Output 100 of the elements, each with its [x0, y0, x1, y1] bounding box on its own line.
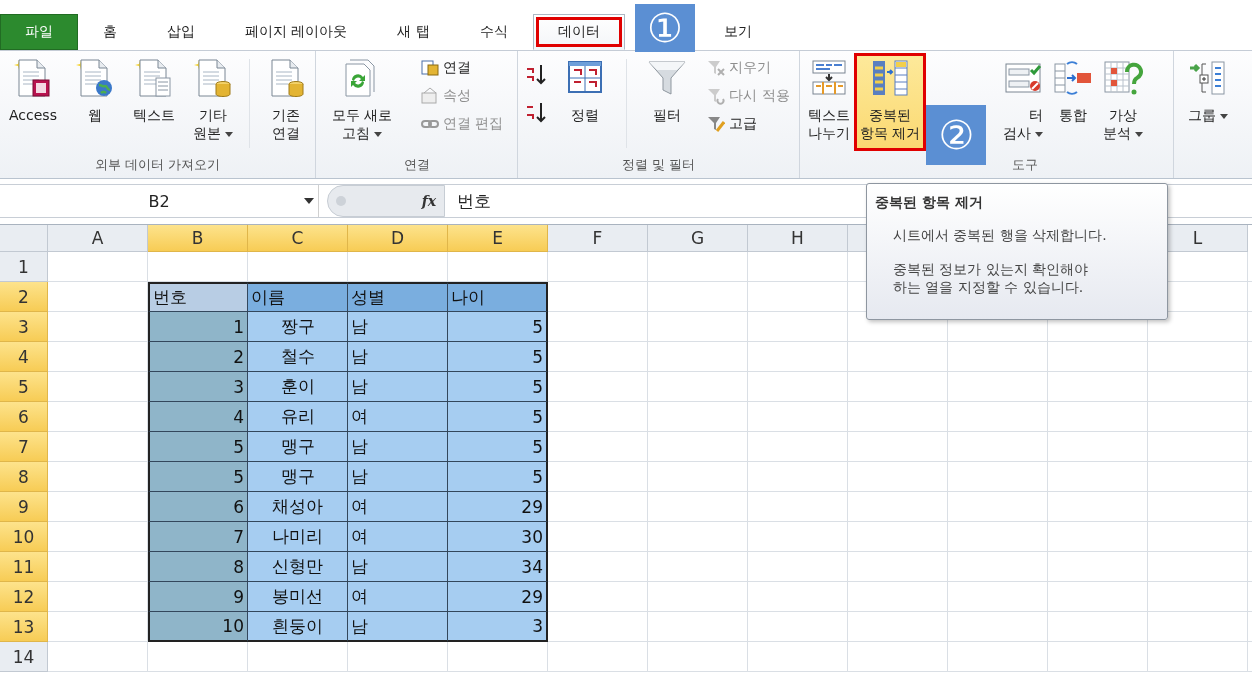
table-cell: 29: [448, 492, 548, 522]
ribbon-button[interactable]: 정렬: [561, 55, 610, 149]
table-cell: 맹구: [248, 462, 348, 492]
column-header[interactable]: B: [148, 225, 248, 252]
table-cell: 30: [448, 522, 548, 552]
header-cell: 번호: [148, 282, 248, 312]
table-cell: 8: [148, 552, 248, 582]
table-cell: 맹구: [248, 432, 348, 462]
table-cell: 6: [148, 492, 248, 522]
row-header[interactable]: 4: [0, 342, 48, 372]
table-cell: 남: [348, 312, 448, 342]
row-header[interactable]: 12: [0, 582, 48, 612]
ribbon-tab[interactable]: 데이터: [532, 14, 625, 50]
step-badge: ②: [926, 105, 987, 165]
ribbon-button[interactable]: 가상 분석: [1099, 55, 1148, 149]
table-cell: 5: [448, 312, 548, 342]
knob-icon: [336, 196, 346, 206]
ribbon-button[interactable]: 고급: [705, 113, 792, 135]
row-header[interactable]: 1: [0, 252, 48, 282]
row-header[interactable]: 9: [0, 492, 48, 522]
table-cell: 남: [348, 612, 448, 642]
file-tab[interactable]: 파일: [0, 14, 78, 50]
caret-icon: [1035, 131, 1044, 137]
ribbon-button[interactable]: 모두 새로 고침: [327, 55, 396, 149]
table-cell: 3: [448, 612, 548, 642]
ribbon-tab[interactable]: 홈: [78, 14, 142, 50]
group-icon: [1188, 58, 1228, 98]
caret-icon: [1135, 131, 1144, 137]
group-label: 외부 데이터 가져오기: [94, 157, 221, 172]
remove-duplicates-icon: [870, 58, 911, 98]
row-header[interactable]: 14: [0, 642, 48, 672]
name-box[interactable]: B2: [0, 185, 319, 217]
ribbon-button[interactable]: 중복된 항목 제거: [856, 55, 925, 149]
ribbon-button[interactable]: 텍스트 나누기: [804, 55, 854, 149]
table-cell: 남: [348, 552, 448, 582]
sort-ascending-icon[interactable]: [525, 63, 548, 87]
group-label: 연결: [403, 157, 430, 172]
column-header[interactable]: A: [48, 225, 148, 252]
table-cell: 10: [148, 612, 248, 642]
header-cell: 성별: [348, 282, 448, 312]
column-header[interactable]: G: [648, 225, 748, 252]
ribbon-button[interactable]: 연결: [419, 57, 506, 79]
consolidate-icon: [1053, 58, 1094, 98]
caret-icon: [1220, 113, 1228, 119]
row-header[interactable]: 2: [0, 282, 48, 312]
table-cell: 34: [448, 552, 548, 582]
ribbon-button[interactable]: 통합: [1049, 55, 1098, 149]
ribbon-tab[interactable]: 수식: [454, 14, 533, 50]
table-cell: 2: [148, 342, 248, 372]
ribbon-button[interactable]: 그룹: [1184, 55, 1232, 149]
sort-descending-icon[interactable]: [525, 101, 548, 125]
row-header[interactable]: 7: [0, 432, 48, 462]
ribbon-tab[interactable]: 보기: [698, 14, 777, 50]
column-header[interactable]: C: [248, 225, 348, 252]
table-cell: 남: [348, 462, 448, 492]
header-cell: 이름: [248, 282, 348, 312]
table-cell: 여: [348, 492, 448, 522]
row-header[interactable]: 8: [0, 462, 48, 492]
ribbon-button[interactable]: 필터: [643, 55, 692, 149]
row-header[interactable]: 3: [0, 312, 48, 342]
column-header[interactable]: D: [348, 225, 448, 252]
caret-icon: [373, 131, 382, 137]
ribbon-button[interactable]: 터 검사: [988, 55, 1048, 149]
table-cell: 5: [448, 432, 548, 462]
ribbon-tab[interactable]: 페이지 레이아웃: [220, 14, 373, 50]
row-header[interactable]: 13: [0, 612, 48, 642]
ribbon-button[interactable]: 웹: [70, 55, 119, 149]
column-header[interactable]: H: [748, 225, 848, 252]
table-cell: 5: [448, 342, 548, 372]
ribbon-tab[interactable]: 삽입: [142, 14, 220, 50]
insert-function-button[interactable]: fx: [421, 193, 436, 209]
clear-filter-icon: [707, 59, 726, 77]
table-cell: 훈이: [248, 372, 348, 402]
ribbon-button[interactable]: 텍스트: [128, 55, 179, 149]
ribbon-tab[interactable]: 새 탭: [372, 14, 455, 50]
table-cell: 3: [148, 372, 248, 402]
row-header[interactable]: 5: [0, 372, 48, 402]
table-cell: 7: [148, 522, 248, 552]
ribbon-button[interactable]: 기타 원본: [188, 55, 237, 149]
table-cell: 5: [448, 462, 548, 492]
step-badge: ①: [634, 4, 695, 52]
table-cell: 철수: [248, 342, 348, 372]
row-header[interactable]: 6: [0, 402, 48, 432]
filter-pencil-icon: [707, 115, 726, 133]
column-header[interactable]: E: [448, 225, 548, 252]
connection-icon: [421, 59, 439, 77]
table-cell: 남: [348, 342, 448, 372]
table-cell: 여: [348, 582, 448, 612]
row-header[interactable]: 10: [0, 522, 48, 552]
table-cell: 짱구: [248, 312, 348, 342]
group-label: 도구: [1012, 157, 1038, 172]
split-columns-icon: [809, 58, 849, 98]
row-header[interactable]: 11: [0, 552, 48, 582]
ribbon-button[interactable]: 기존 연결: [261, 55, 310, 149]
formula-field[interactable]: 번호: [445, 185, 757, 217]
table-cell: 나미리: [248, 522, 348, 552]
tooltip-title: 중복된 항목 제거: [875, 194, 984, 212]
table-cell: 유리: [248, 402, 348, 432]
column-header[interactable]: F: [548, 225, 648, 252]
ribbon-button[interactable]: Access: [5, 55, 61, 149]
